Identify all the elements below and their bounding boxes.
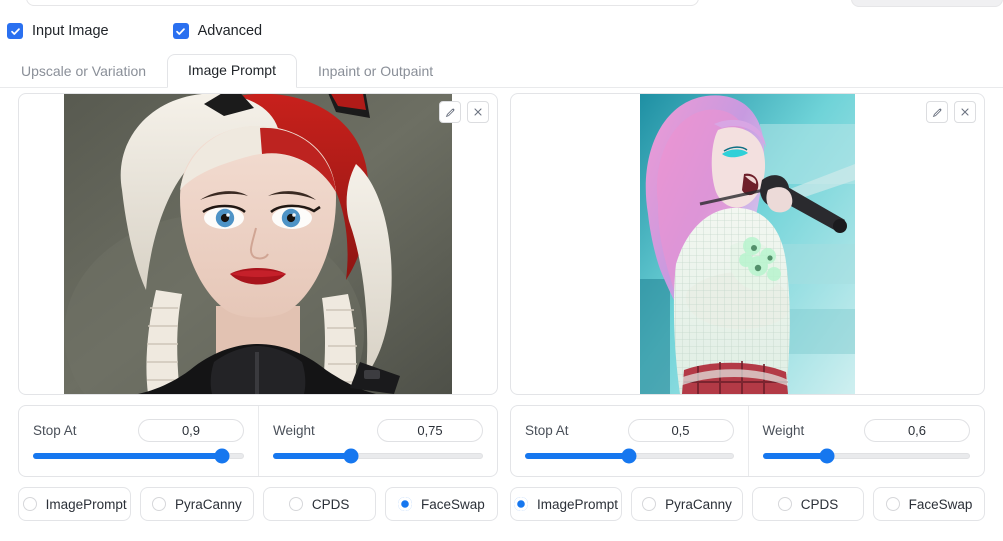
slider-fill [762, 453, 827, 459]
tab-inpaint-or-outpaint[interactable]: Inpaint or Outpaint [297, 55, 454, 88]
close-icon-button-1[interactable] [467, 101, 489, 123]
radio-pyracanny-2[interactable]: PyraCanny [631, 487, 743, 521]
pencil-icon-button-2[interactable] [926, 101, 948, 123]
checkmark-icon [7, 23, 23, 39]
radio-label: FaceSwap [908, 496, 973, 512]
slider-card-2: Stop At 0,5 Weight 0,6 [510, 405, 985, 477]
slider-label-weight-1: Weight [273, 422, 315, 438]
image-prompt-slot-2: Stop At 0,5 Weight 0,6 ImagePrompt PyraC… [510, 93, 985, 521]
radio-dot-icon [885, 497, 900, 511]
checkbox-input-image[interactable]: Input Image [7, 23, 109, 39]
image-canvas-2 [511, 94, 984, 394]
radio-faceswap-2[interactable]: FaceSwap [873, 487, 985, 521]
radio-label: PyraCanny [665, 496, 732, 512]
slider-value-weight-1[interactable]: 0,75 [377, 418, 483, 442]
radio-imageprompt-2[interactable]: ImagePrompt [510, 487, 622, 521]
slider-track-weight-1[interactable] [273, 448, 483, 464]
radio-cpds-1[interactable]: CPDS [262, 487, 376, 521]
radio-label: CPDS [800, 496, 839, 512]
pencil-icon-button-1[interactable] [439, 101, 461, 123]
radio-dot-icon [22, 497, 37, 511]
radio-dot-icon-selected [513, 497, 528, 511]
slider-value-weight-2[interactable]: 0,6 [864, 418, 970, 442]
slider-weight-2: Weight 0,6 [747, 406, 985, 476]
slider-thumb-weight-1[interactable] [343, 448, 359, 464]
radio-dot-icon-selected [397, 497, 412, 511]
slider-stop-at-2: Stop At 0,5 [511, 406, 748, 476]
image-preview-1[interactable] [18, 93, 498, 395]
close-icon [961, 108, 969, 116]
slider-value-stop-at-2[interactable]: 0,5 [627, 418, 734, 442]
image-prompt-slot-1: Stop At 0,9 Weight 0,75 ImagePrompt Pyra… [18, 93, 498, 521]
radio-label: ImagePrompt [536, 496, 619, 512]
tab-underline [0, 87, 1003, 88]
slider-value-stop-at-1[interactable]: 0,9 [138, 418, 244, 442]
radio-label: FaceSwap [420, 496, 485, 512]
slider-label-stop-at-1: Stop At [33, 422, 77, 438]
tab-image-prompt[interactable]: Image Prompt [167, 54, 297, 88]
uploaded-image-1 [64, 94, 452, 394]
top-cutoff-strip [0, 0, 1003, 9]
radio-faceswap-1[interactable]: FaceSwap [384, 487, 498, 521]
image-tools-1 [439, 101, 489, 123]
image-preview-2[interactable] [510, 93, 985, 395]
slider-thumb-weight-2[interactable] [819, 448, 835, 464]
slider-track-stop-at-1[interactable] [33, 448, 244, 464]
slider-track-weight-2[interactable] [762, 448, 970, 464]
slider-thumb-stop-at-2[interactable] [621, 448, 637, 464]
radio-dot-icon [777, 497, 792, 511]
slider-track-stop-at-2[interactable] [525, 448, 734, 464]
radio-dot-icon [642, 497, 657, 511]
toggle-row: Input Image Advanced [0, 18, 262, 44]
checkbox-advanced[interactable]: Advanced [172, 23, 263, 39]
pencil-icon [932, 107, 942, 117]
radio-pyracanny-1[interactable]: PyraCanny [140, 487, 254, 521]
image-prompt-page: Input Image Advanced Upscale or Variatio… [0, 0, 1003, 541]
slider-card-1: Stop At 0,9 Weight 0,75 [18, 405, 498, 477]
slider-weight-1: Weight 0,75 [258, 406, 497, 476]
pencil-icon [445, 107, 455, 117]
cutoff-panel-left [26, 0, 699, 6]
radio-dot-icon [288, 497, 303, 511]
tab-upscale-or-variation[interactable]: Upscale or Variation [0, 55, 167, 88]
checkbox-label-advanced: Advanced [197, 23, 263, 39]
slider-label-weight-2: Weight [762, 422, 805, 438]
checkbox-label-input-image: Input Image [32, 23, 109, 39]
image-canvas-1 [19, 94, 497, 394]
radio-imageprompt-1[interactable]: ImagePrompt [18, 487, 132, 521]
close-icon-button-2[interactable] [954, 101, 976, 123]
slider-stop-at-1: Stop At 0,9 [19, 406, 258, 476]
cutoff-panel-right [851, 0, 1003, 7]
radio-label: PyraCanny [174, 496, 242, 512]
slider-fill [273, 453, 350, 459]
slider-label-stop-at-2: Stop At [525, 422, 569, 438]
close-icon [474, 108, 482, 116]
mode-radio-group-1: ImagePrompt PyraCanny CPDS FaceSwap [18, 487, 498, 521]
slider-fill [33, 453, 222, 459]
checkmark-icon [172, 23, 189, 39]
radio-cpds-2[interactable]: CPDS [752, 487, 864, 521]
mode-radio-group-2: ImagePrompt PyraCanny CPDS FaceSwap [510, 487, 985, 521]
tab-bar: Upscale or Variation Image Prompt Inpain… [0, 54, 1003, 88]
radio-label: CPDS [311, 496, 350, 512]
uploaded-image-2 [640, 94, 855, 394]
radio-label: ImagePrompt [45, 496, 127, 512]
radio-dot-icon [151, 497, 166, 511]
image-tools-2 [926, 101, 976, 123]
slider-thumb-stop-at-1[interactable] [214, 448, 230, 464]
slider-fill [525, 453, 629, 459]
